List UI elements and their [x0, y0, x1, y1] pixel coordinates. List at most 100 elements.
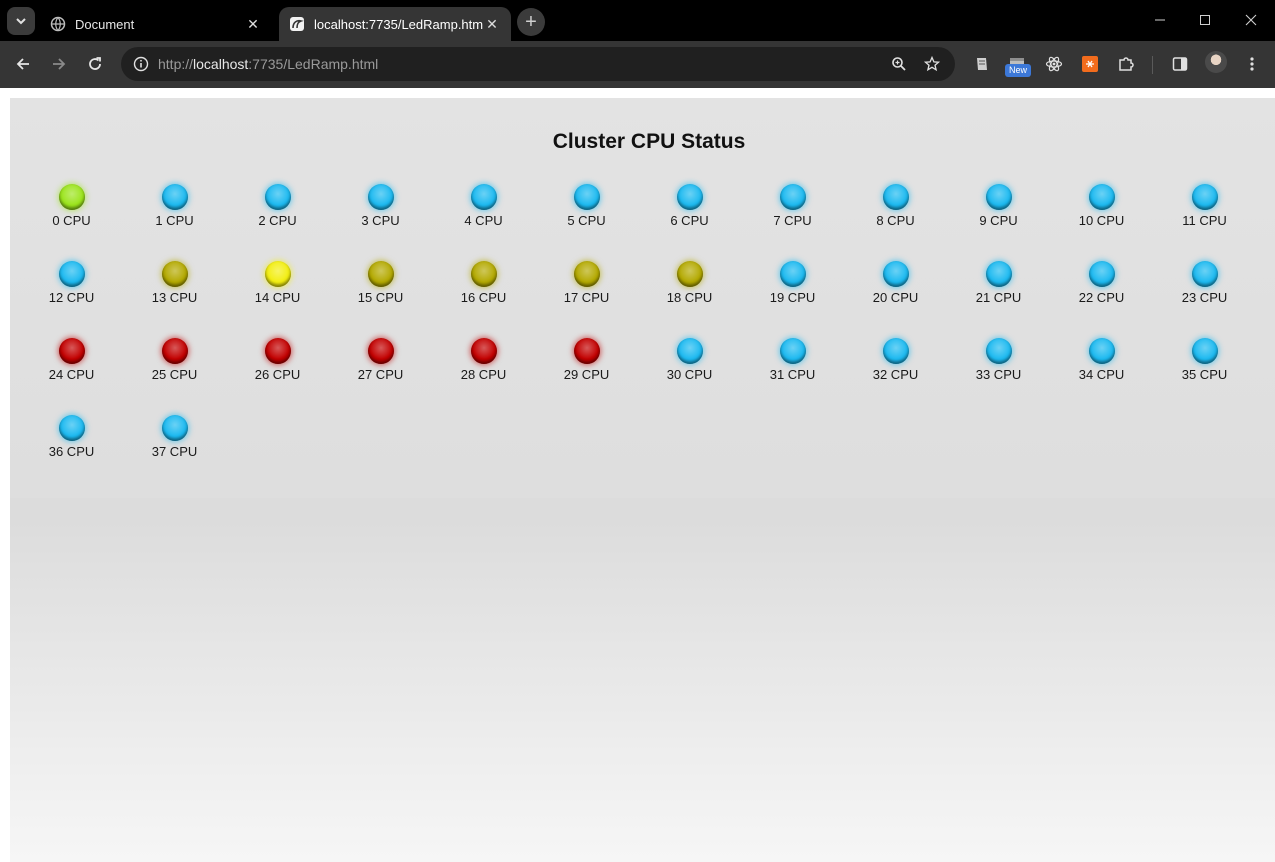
led-item: 4 CPU — [432, 184, 535, 238]
led-item: 8 CPU — [844, 184, 947, 238]
led-indicator — [573, 184, 600, 210]
led-item: 27 CPU — [329, 338, 432, 392]
led-item: 33 CPU — [947, 338, 1050, 392]
url-path: :7735/LedRamp.html — [248, 56, 379, 72]
led-label: 3 CPU — [361, 213, 400, 228]
led-item: 6 CPU — [638, 184, 741, 238]
led-label: 23 CPU — [1181, 290, 1228, 305]
led-label: 5 CPU — [567, 213, 606, 228]
led-indicator — [676, 184, 703, 210]
led-indicator — [985, 261, 1012, 287]
led-label: 26 CPU — [254, 367, 301, 382]
url-host: localhost — [193, 56, 249, 72]
led-item: 11 CPU — [1153, 184, 1256, 238]
led-item: 5 CPU — [535, 184, 638, 238]
led-indicator — [367, 261, 394, 287]
url-scheme: http:// — [158, 56, 194, 72]
page-viewport: Cluster CPU Status 0 CPU 1 CPU 2 CPU 3 CPU 4… — [0, 88, 1275, 862]
led-indicator — [676, 338, 703, 364]
led-indicator — [985, 184, 1012, 210]
tab-ledramp[interactable]: localhost:7735/LedRamp.html ✕ — [279, 7, 511, 41]
page-favicon-icon — [289, 16, 305, 32]
maximize-icon — [1200, 15, 1210, 25]
led-label: 27 CPU — [357, 367, 404, 382]
extension-orange-icon[interactable] — [1077, 51, 1103, 77]
led-label: 0 CPU — [52, 213, 91, 228]
led-item: 20 CPU — [844, 261, 947, 315]
maximize-button[interactable] — [1182, 8, 1228, 32]
led-label: 19 CPU — [769, 290, 816, 305]
new-tab-button[interactable]: + — [517, 8, 545, 36]
url-text[interactable]: http://localhost:7735/LedRamp.html — [158, 56, 378, 72]
led-item: 2 CPU — [226, 184, 329, 238]
led-label: 11 CPU — [1182, 213, 1227, 228]
tab-title: Document — [75, 16, 135, 32]
led-indicator — [676, 261, 703, 287]
led-label: 29 CPU — [563, 367, 610, 382]
led-label: 9 CPU — [979, 213, 1018, 228]
led-label: 17 CPU — [563, 290, 610, 305]
led-label: 7 CPU — [773, 213, 812, 228]
address-bar[interactable]: http://localhost:7735/LedRamp.html — [121, 47, 955, 81]
led-item: 12 CPU — [20, 261, 123, 315]
forward-button[interactable] — [44, 49, 74, 79]
led-item: 18 CPU — [638, 261, 741, 315]
led-indicator — [264, 261, 291, 287]
led-indicator — [1088, 338, 1115, 364]
react-devtools-icon[interactable] — [1041, 51, 1067, 77]
led-item: 10 CPU — [1050, 184, 1153, 238]
tab-document[interactable]: Document ✕ — [40, 7, 272, 41]
profile-avatar[interactable] — [1205, 51, 1227, 73]
bookmark-star-icon[interactable] — [920, 52, 944, 76]
led-item: 28 CPU — [432, 338, 535, 392]
reload-icon — [89, 57, 101, 70]
led-item: 30 CPU — [638, 338, 741, 392]
led-item: 17 CPU — [535, 261, 638, 315]
led-item: 29 CPU — [535, 338, 638, 392]
back-button[interactable] — [8, 49, 38, 79]
led-grid: 0 CPU 1 CPU 2 CPU 3 CPU 4 CPU 5 CPU 6 CPU 7 CPU… — [20, 184, 1256, 469]
led-indicator — [882, 261, 909, 287]
close-window-button[interactable] — [1228, 8, 1274, 32]
led-indicator — [264, 338, 291, 364]
tab-search-button[interactable] — [7, 7, 35, 35]
plus-icon: + — [525, 11, 537, 33]
site-info-icon[interactable] — [129, 52, 153, 76]
led-indicator — [58, 338, 85, 364]
led-label: 35 CPU — [1181, 367, 1228, 382]
extensions-puzzle-icon[interactable] — [1113, 51, 1139, 77]
led-label: 18 CPU — [666, 290, 713, 305]
zoom-icon[interactable] — [887, 52, 911, 76]
led-item: 1 CPU — [123, 184, 226, 238]
led-label: 25 CPU — [151, 367, 198, 382]
led-indicator — [1191, 261, 1218, 287]
reload-button[interactable] — [80, 49, 110, 79]
menu-icon[interactable] — [1239, 51, 1265, 77]
led-label: 24 CPU — [48, 367, 95, 382]
led-label: 1 CPU — [155, 213, 194, 228]
extension-page-icon[interactable] — [969, 51, 995, 77]
led-label: 6 CPU — [670, 213, 709, 228]
led-label: 30 CPU — [666, 367, 713, 382]
close-tab-icon[interactable]: ✕ — [483, 15, 501, 33]
led-indicator — [367, 184, 394, 210]
led-indicator — [882, 338, 909, 364]
led-indicator — [779, 184, 806, 210]
led-indicator — [1088, 184, 1115, 210]
side-panel-icon[interactable] — [1167, 51, 1193, 77]
led-indicator — [1191, 184, 1218, 210]
cpu-status-panel: Cluster CPU Status 0 CPU 1 CPU 2 CPU 3 CPU 4… — [10, 98, 1275, 498]
led-label: 4 CPU — [464, 213, 503, 228]
close-tab-icon[interactable]: ✕ — [244, 15, 262, 33]
led-label: 2 CPU — [258, 213, 297, 228]
tab-title: localhost:7735/LedRamp.html — [314, 16, 483, 32]
led-indicator — [1191, 338, 1218, 364]
led-item: 19 CPU — [741, 261, 844, 315]
led-item: 7 CPU — [741, 184, 844, 238]
minimize-button[interactable] — [1137, 8, 1183, 32]
led-item: 25 CPU — [123, 338, 226, 392]
led-label: 37 CPU — [151, 444, 198, 459]
led-label: 21 CPU — [975, 290, 1022, 305]
led-indicator — [573, 261, 600, 287]
led-indicator — [470, 184, 497, 210]
